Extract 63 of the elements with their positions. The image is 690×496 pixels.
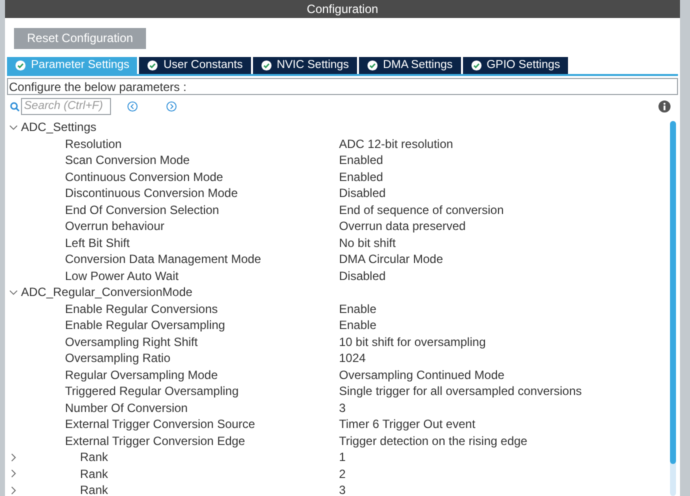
parameter-value: Enabled [339,168,384,186]
scrollbar[interactable] [670,121,676,496]
parameter-name: Rank [80,449,108,466]
group-label: ADC_Regular_ConversionMode [21,284,192,302]
parameter-value: 1 [339,449,346,466]
parameter-name: Rank [80,466,108,483]
chevron-down-icon[interactable] [9,288,18,297]
parameter-name: Discontinuous Conversion Mode [65,185,238,202]
check-circle-icon [366,60,378,71]
parameter-name: External Trigger Conversion Source [65,416,256,434]
parameter-name: External Trigger Conversion Edge [65,432,246,450]
parameter-name: Overrun behaviour [65,218,164,236]
search-icon [10,102,20,112]
check-circle-icon [260,60,272,71]
parameter-value: Trigger detection on the rising edge [339,432,528,450]
tab[interactable]: User Constants [139,57,251,74]
parameter-value: Disabled [339,185,386,202]
parameter-name: Enable Regular Conversions [65,300,218,318]
parameter-name: Oversampling Ratio [65,350,170,368]
parameter-name: Enable Regular Oversampling [65,317,226,334]
parameter-value: End of sequence of conversion [339,202,504,219]
next-icon[interactable] [166,101,177,112]
parameter-name: Triggered Regular Oversampling [65,383,239,400]
parameter-value: 1024 [339,350,366,368]
parameter-value: Overrun data preserved [339,218,466,236]
parameter-name: Regular Oversampling Mode [65,366,218,384]
parameter-value: DMA Circular Mode [339,251,444,268]
window-title: Configuration [5,0,680,18]
parameter-value: 3 [339,482,346,496]
parameter-value: No bit shift [339,234,396,252]
parameter-value: Oversampling Continued Mode [339,366,504,384]
check-circle-icon [15,60,26,71]
parameter-name: Number Of Conversion [65,400,188,417]
parameter-name: Rank [80,482,108,496]
parameter-value: 10 bit shift for oversampling [339,334,486,351]
parameter-value: 2 [339,466,346,483]
info-icon[interactable] [658,100,671,113]
parameter-value: Enable [339,317,376,334]
parameter-name: Low Power Auto Wait [65,268,179,285]
parameter-value: Timer 6 Trigger Out event [339,416,476,434]
parameter-name: Continuous Conversion Mode [65,168,224,186]
tab[interactable]: NVIC Settings [252,57,357,74]
tab[interactable]: DMA Settings [358,57,461,74]
check-circle-icon [470,60,482,71]
parameter-value: ADC 12-bit resolution [339,136,454,153]
parameter-name: Left Bit Shift [65,234,130,252]
check-circle-icon [147,60,158,71]
parameter-value: Disabled [339,268,386,285]
search-field[interactable]: Search (Ctrl+F) [21,98,111,115]
parameter-name: End Of Conversion Selection [65,202,220,219]
parameter-name: Conversion Data Management Mode [65,251,262,268]
parameter-value: 3 [339,400,346,417]
group-label: ADC_Settings [21,119,96,136]
previous-icon[interactable] [127,101,138,112]
parameter-value: Enable [339,300,376,318]
parameter-name: Scan Conversion Mode [65,152,190,170]
parameter-value: Single trigger for all oversampled conversions [339,383,582,400]
chevron-down-icon[interactable] [9,122,18,132]
parameter-value: Enabled [339,152,384,170]
parameter-name: Oversampling Right Shift [65,334,198,351]
tab[interactable]: GPIO Settings [462,57,568,74]
hint-text: Configure the below parameters : [7,78,678,95]
parameter-name: Resolution [65,136,122,153]
